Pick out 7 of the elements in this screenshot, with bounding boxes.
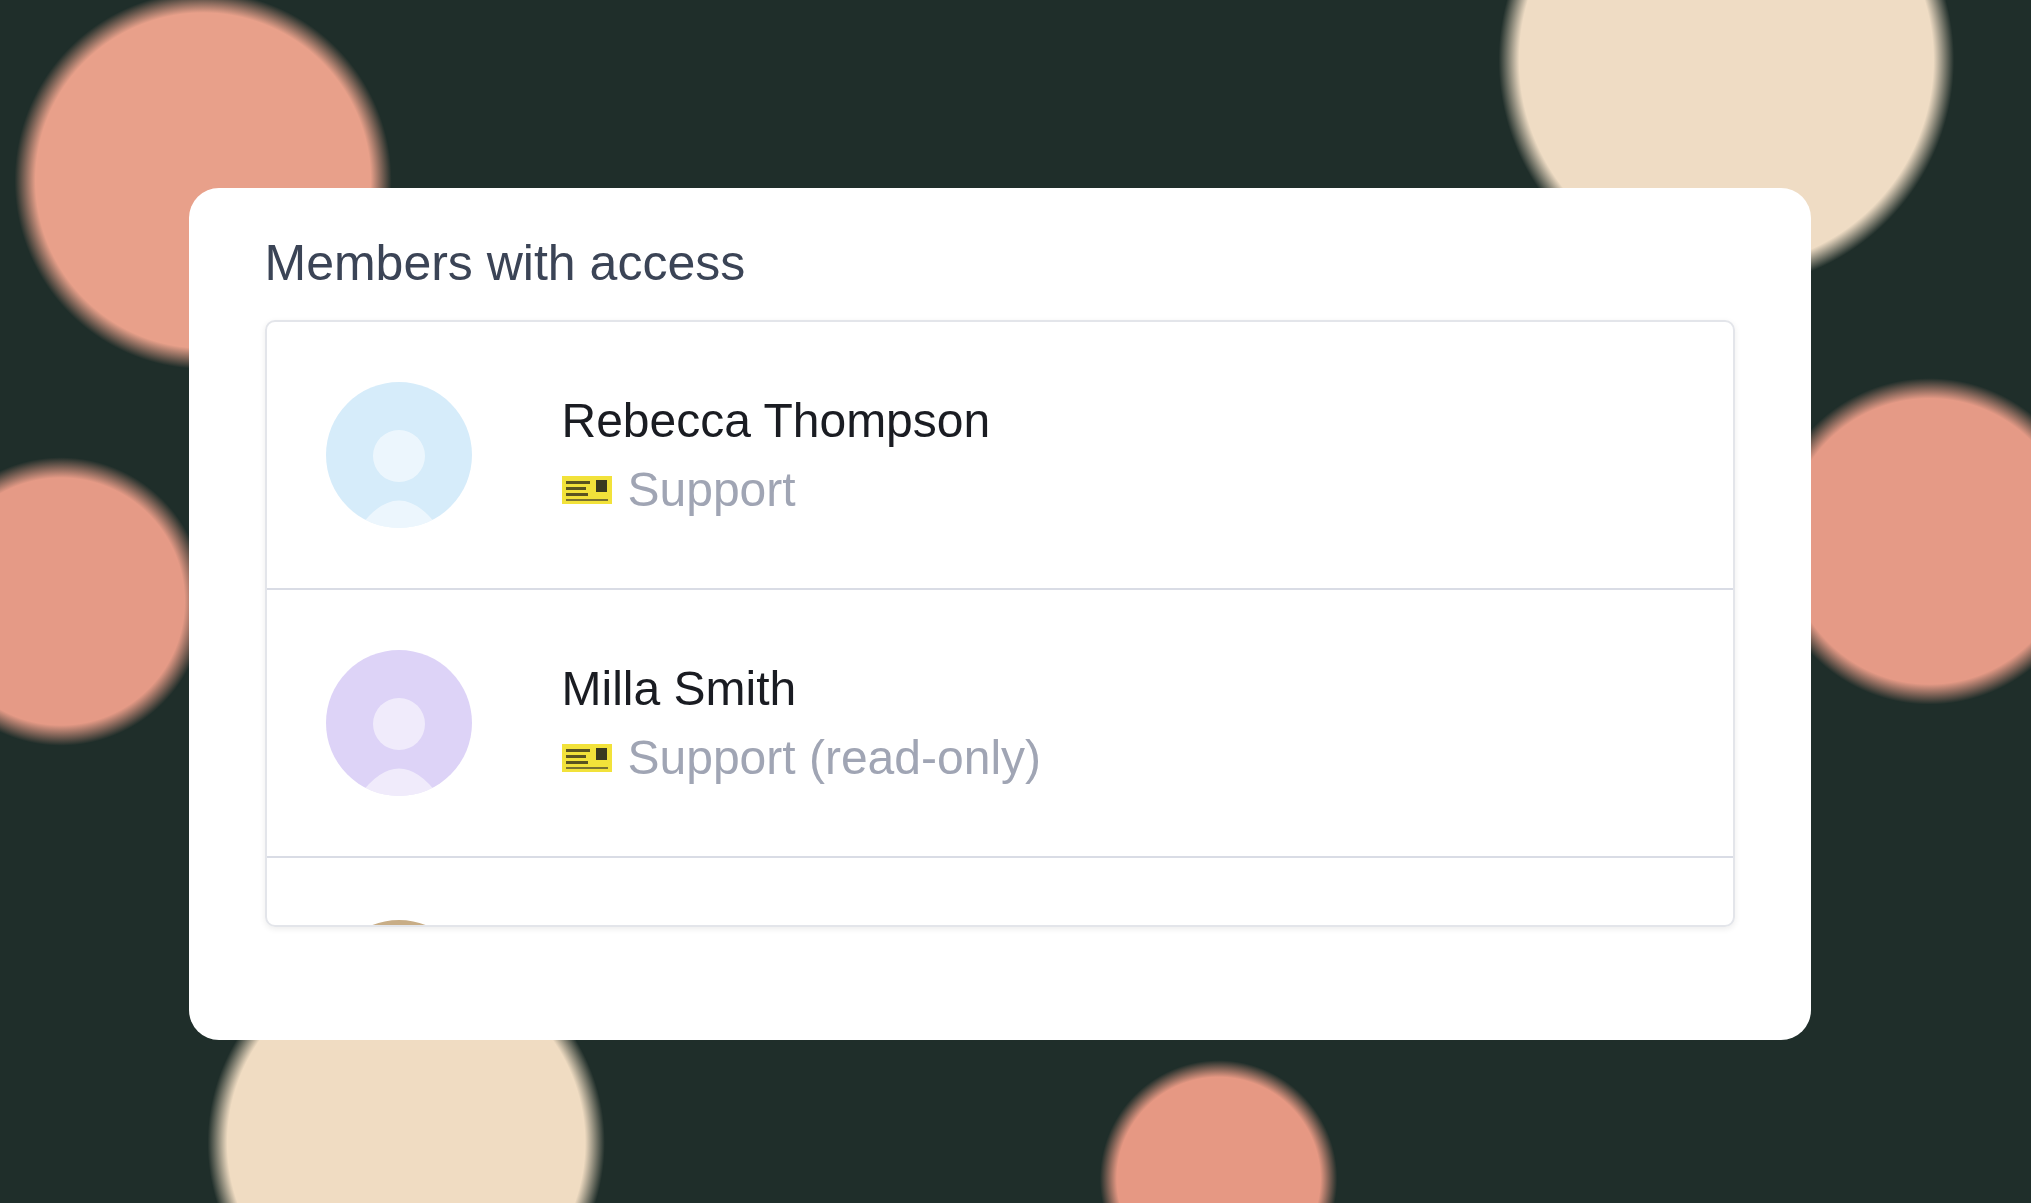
member-name: Milla Smith bbox=[561, 661, 798, 716]
card-title: Members with access bbox=[264, 234, 747, 292]
member-role: Support (read-only) bbox=[627, 730, 1042, 785]
member-name: Rebecca Thompson bbox=[561, 393, 991, 448]
member-role: Support bbox=[627, 462, 796, 517]
ticket-icon bbox=[561, 475, 612, 504]
ticket-icon bbox=[561, 743, 612, 772]
